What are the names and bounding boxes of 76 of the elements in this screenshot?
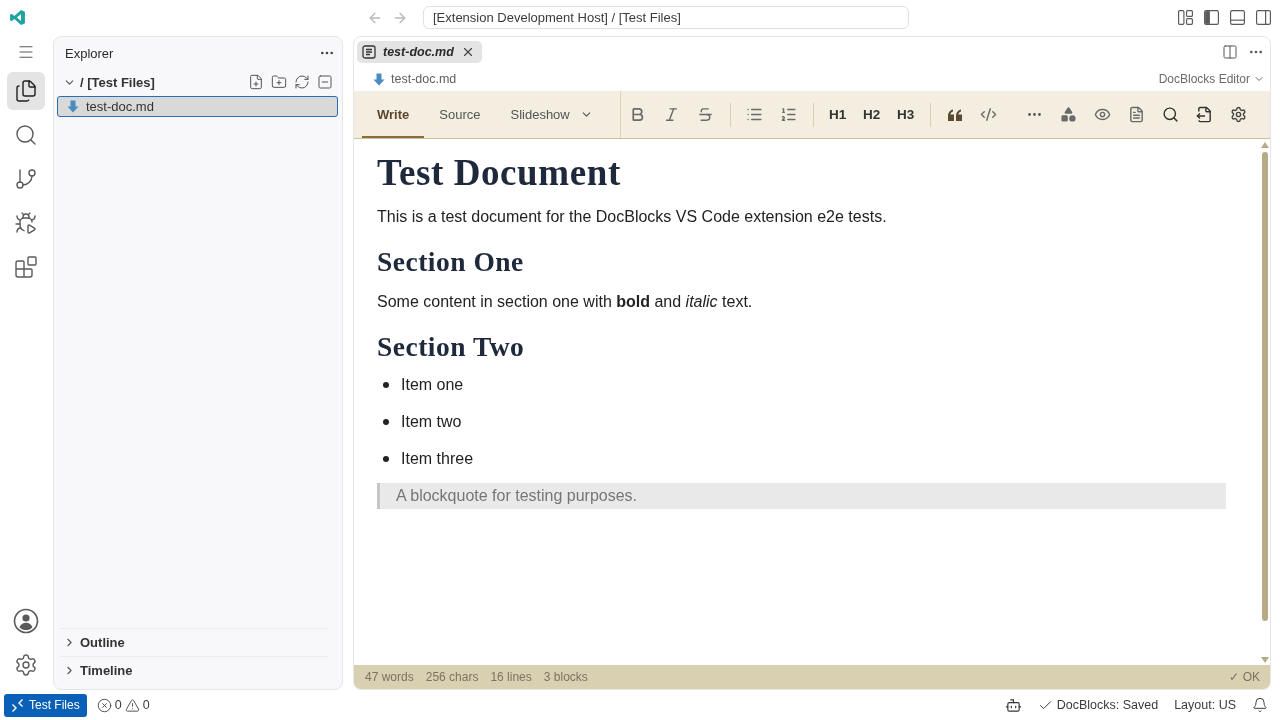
bell-icon[interactable] [1252, 697, 1268, 713]
keyboard-layout[interactable]: Layout: US [1174, 698, 1236, 712]
problems-button[interactable]: 0 0 [96, 697, 150, 713]
code-icon[interactable] [980, 106, 998, 123]
file-row[interactable]: test-doc.md [57, 96, 338, 117]
mode-tab[interactable]: Source [424, 91, 496, 138]
quote-icon[interactable] [946, 107, 963, 122]
panel-bottom-icon[interactable] [1229, 9, 1246, 26]
settings-icon [14, 653, 38, 677]
sidebar-right-icon[interactable] [1255, 9, 1272, 26]
editor-tab[interactable]: test-doc.md [357, 41, 482, 63]
split-editor-icon[interactable] [1222, 44, 1238, 60]
breadcrumb[interactable]: test-doc.md [391, 72, 457, 86]
search-icon [14, 123, 38, 147]
editor-stat: 47 words [365, 670, 414, 684]
heading-button[interactable]: H3 [888, 97, 923, 132]
preview-icon [362, 45, 376, 59]
heading-button[interactable]: H2 [854, 97, 889, 132]
editor-stat: 256 chars [425, 670, 479, 684]
mode-tab[interactable]: Slideshow [495, 91, 608, 138]
mode-tab[interactable]: Write [362, 91, 425, 138]
files-icon [14, 79, 38, 103]
list-item-text: Item two [401, 413, 462, 431]
remote-button[interactable]: Test Files [4, 693, 87, 717]
layout-icon[interactable] [1177, 9, 1194, 26]
new-file-icon[interactable] [248, 74, 264, 90]
eye-icon[interactable] [1094, 106, 1112, 123]
editor-picker[interactable]: DocBlocks Editor [1158, 72, 1265, 86]
bot-icon[interactable] [1004, 696, 1022, 714]
settings-icon[interactable] [1230, 106, 1248, 123]
section-heading: Section Two [377, 331, 526, 363]
scrollbar-thumb[interactable] [1262, 152, 1268, 621]
folder-label[interactable]: / [Test Files] [80, 74, 155, 90]
menu-icon[interactable] [17, 43, 35, 61]
search-icon[interactable] [1162, 106, 1180, 123]
new-folder-icon[interactable] [271, 74, 287, 90]
section-label[interactable]: Timeline [80, 663, 133, 678]
section-label[interactable]: Outline [80, 635, 125, 650]
warning-icon [124, 697, 140, 713]
collapse-icon[interactable] [317, 74, 333, 90]
remote-icon [11, 698, 24, 712]
refresh-icon[interactable] [294, 74, 310, 90]
editor-status: ✓ OK [1229, 670, 1260, 684]
paragraph: This is a test document for the DocBlocks VS Code extension e2e tests. [377, 207, 888, 227]
command-center[interactable]: [Extension Development Host] / [Test Files] [423, 6, 909, 29]
bullet-icon [383, 419, 389, 425]
markdown-file-icon [373, 72, 385, 86]
bug-play-icon [14, 211, 38, 235]
sidebar-left-icon[interactable] [1203, 9, 1220, 26]
strikethrough-icon[interactable] [697, 106, 715, 123]
heading-button[interactable]: H1 [820, 97, 855, 132]
markdown-file-icon [67, 100, 79, 113]
editor-stat: 3 blocks [543, 670, 588, 684]
shapes-icon[interactable] [1060, 106, 1078, 123]
error-icon [96, 697, 112, 713]
branch-icon [14, 167, 38, 191]
editor-stat: 16 lines [490, 670, 532, 684]
bullet-list-icon[interactable] [746, 106, 764, 123]
section-heading: Section One [377, 246, 525, 278]
app-logo-icon [9, 9, 26, 26]
file-name: test-doc.md [86, 99, 154, 114]
save-status[interactable]: DocBlocks: Saved [1037, 697, 1159, 713]
sidebar-title: Explorer [65, 45, 114, 61]
numbered-list-icon[interactable] [780, 106, 798, 123]
paragraph: Some content in section one with bold and italic text. [377, 292, 754, 312]
list-item-text: Item three [401, 450, 474, 468]
blockquote: A blockquote for testing purposes. [377, 483, 1226, 509]
blocks-icon [14, 255, 38, 279]
list-item-text: Item one [401, 376, 464, 394]
account-icon [13, 608, 39, 634]
document-title: Test Document [377, 153, 622, 193]
bullet-icon [383, 382, 389, 388]
document-icon[interactable] [1128, 106, 1146, 123]
explorer-tab[interactable] [7, 72, 45, 110]
file-export-icon[interactable] [1196, 106, 1214, 123]
bullet-icon [383, 456, 389, 462]
